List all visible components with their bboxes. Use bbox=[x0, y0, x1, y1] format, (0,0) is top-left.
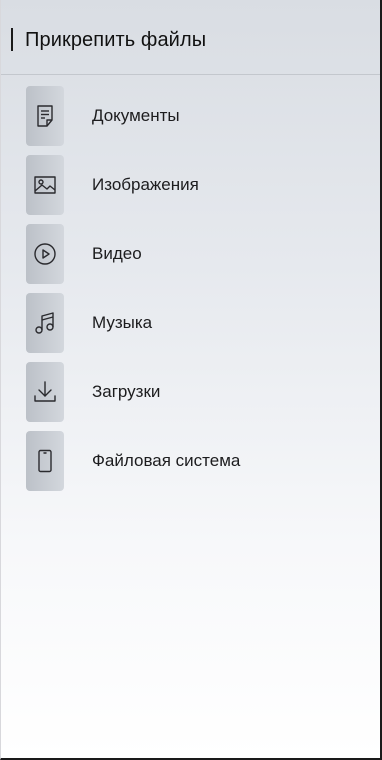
list-item-label: Файловая система bbox=[92, 451, 241, 470]
list-item-documents[interactable]: Документы bbox=[26, 86, 366, 146]
download-icon bbox=[26, 362, 64, 422]
list-item-label: Видео bbox=[92, 244, 142, 263]
page-title: Прикрепить файлы bbox=[25, 29, 207, 51]
attach-files-panel: Прикрепить файлы Документы Изображения В… bbox=[0, 0, 382, 760]
list-item-downloads[interactable]: Загрузки bbox=[26, 362, 366, 422]
music-note-icon bbox=[26, 293, 64, 353]
image-icon bbox=[26, 155, 64, 215]
list-item-label: Загрузки bbox=[92, 382, 161, 401]
document-icon bbox=[26, 86, 64, 146]
list-item-images[interactable]: Изображения bbox=[26, 155, 366, 215]
title-marker bbox=[11, 28, 13, 51]
list-item-label: Документы bbox=[92, 106, 180, 125]
list-item-video[interactable]: Видео bbox=[26, 224, 366, 284]
list-item-label: Музыка bbox=[92, 313, 153, 332]
panel-header: Прикрепить файлы bbox=[1, 0, 380, 75]
list-item-label: Изображения bbox=[92, 175, 199, 194]
list-item-music[interactable]: Музыка bbox=[26, 293, 366, 353]
list-item-file-system[interactable]: Файловая система bbox=[26, 431, 366, 491]
play-icon bbox=[26, 224, 64, 284]
phone-icon bbox=[26, 431, 64, 491]
file-source-list: Документы Изображения Видео Музыка Загру… bbox=[26, 86, 366, 500]
